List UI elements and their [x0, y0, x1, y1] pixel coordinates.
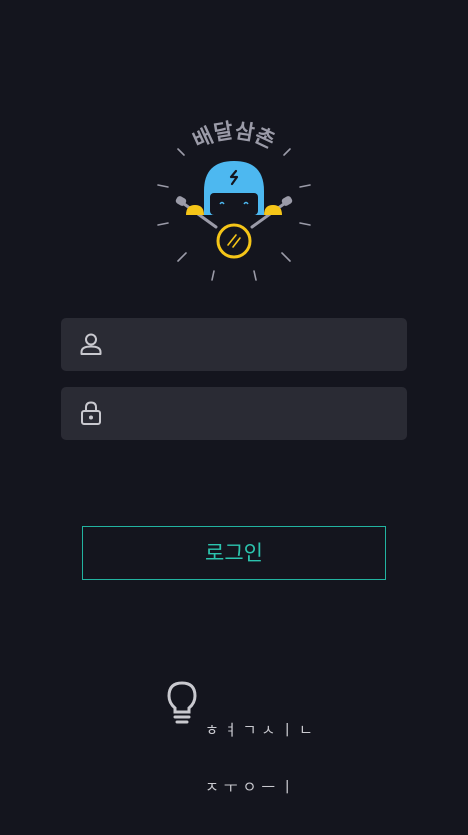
username-field[interactable] — [61, 318, 407, 373]
password-input[interactable] — [119, 387, 403, 442]
lightbulb-icon — [167, 681, 197, 724]
user-icon — [80, 333, 102, 355]
login-button[interactable]: 로그인 — [82, 526, 386, 580]
footer-brand: ㅎㅕㄱㅅㅣㄴ ㅈㅜㅇㅡㅣ — [165, 680, 313, 796]
logo-title: 배달삼촌 — [189, 118, 278, 153]
app-logo: 배달삼촌 — [150, 115, 318, 287]
footer-brand-line2: ㅈㅜㅇㅡㅣ — [205, 778, 300, 796]
footer-brand-text: ㅎㅕㄱㅅㅣㄴ ㅈㅜㅇㅡㅣ — [205, 683, 318, 835]
lock-icon — [81, 401, 101, 425]
password-field[interactable] — [61, 387, 407, 442]
delivery-helmet-logo-icon: 배달삼촌 — [157, 118, 311, 281]
username-input[interactable] — [119, 318, 403, 373]
footer-brand-line1: ㅎㅕㄱㅅㅣㄴ — [205, 721, 318, 739]
